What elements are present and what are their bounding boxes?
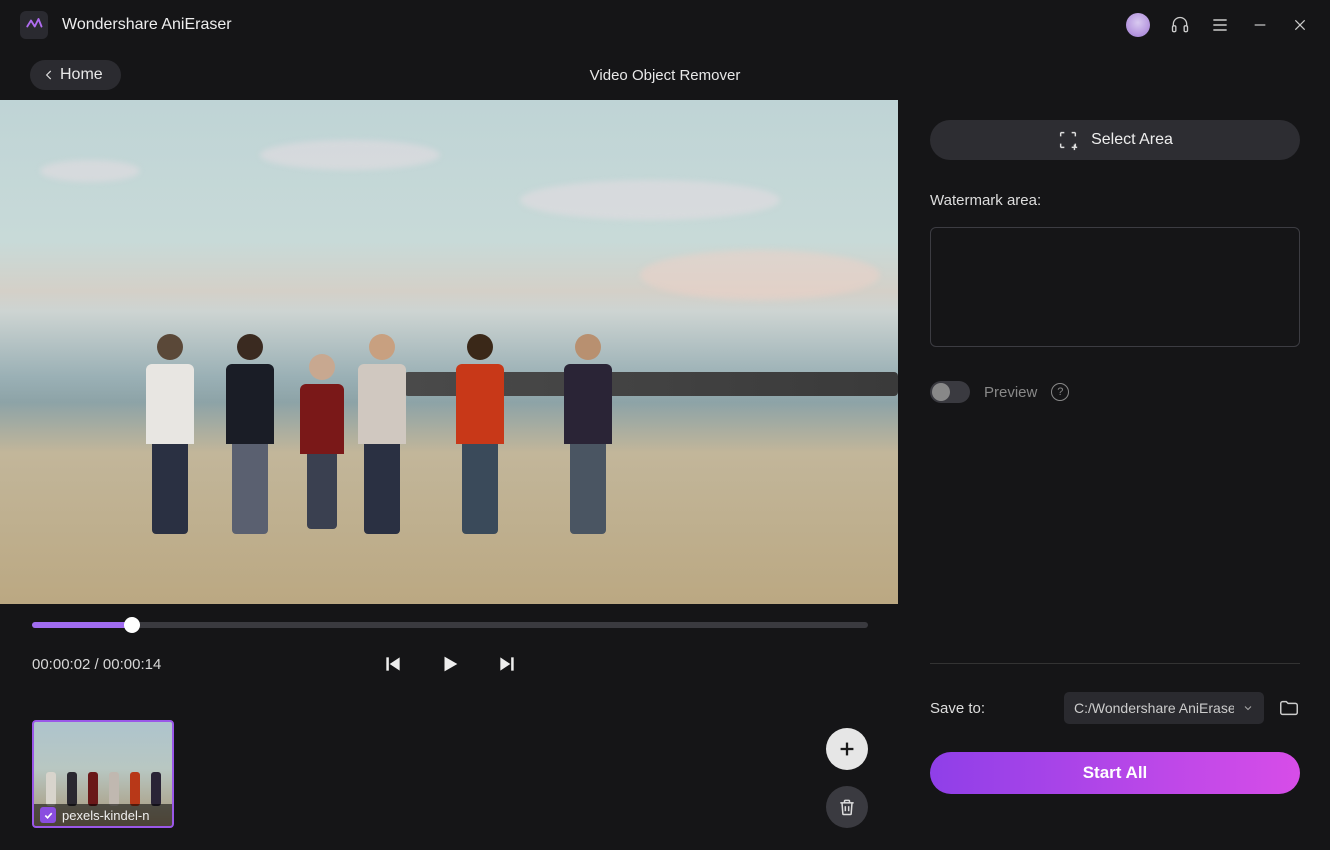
titlebar-left: Wondershare AniEraser [20, 11, 232, 39]
seek-bar[interactable] [32, 622, 868, 628]
thumb-filename: pexels-kindel-n [62, 808, 149, 823]
right-pane: Select Area Watermark area: Preview ? Sa… [900, 100, 1330, 850]
saveto-row: Save to: C:/Wondershare AniEraser/V [930, 692, 1300, 724]
delete-button[interactable] [826, 786, 868, 828]
time-display: 00:00:02 / 00:00:14 [32, 656, 161, 673]
start-label: Start All [1083, 763, 1148, 783]
watermark-area-box [930, 227, 1300, 347]
left-pane: 00:00:02 / 00:00:14 [0, 100, 900, 850]
play-button[interactable] [439, 653, 461, 675]
select-area-button[interactable]: Select Area [930, 120, 1300, 160]
prev-button[interactable] [383, 653, 403, 675]
main: 00:00:02 / 00:00:14 [0, 100, 1330, 850]
video-thumbnail[interactable]: pexels-kindel-n [32, 720, 174, 828]
close-icon[interactable] [1290, 15, 1310, 35]
subheader: Home Video Object Remover [0, 50, 1330, 100]
titlebar-right [1126, 13, 1310, 37]
back-home-button[interactable]: Home [30, 60, 121, 90]
hamburger-icon[interactable] [1210, 15, 1230, 35]
select-area-label: Select Area [1091, 131, 1173, 149]
open-folder-button[interactable] [1278, 697, 1300, 719]
preview-toggle[interactable] [930, 381, 970, 403]
thumb-checkbox[interactable] [40, 807, 56, 823]
headset-icon[interactable] [1170, 15, 1190, 35]
back-label: Home [60, 66, 103, 84]
playback-controls: 00:00:02 / 00:00:14 [0, 604, 900, 678]
app-title: Wondershare AniEraser [62, 16, 232, 34]
watermark-area-label: Watermark area: [930, 192, 1300, 209]
avatar[interactable] [1126, 13, 1150, 37]
seek-thumb[interactable] [124, 617, 140, 633]
minimize-icon[interactable] [1250, 15, 1270, 35]
page-title: Video Object Remover [590, 67, 741, 84]
saveto-label: Save to: [930, 700, 985, 717]
help-icon[interactable]: ? [1051, 383, 1069, 401]
app-logo [20, 11, 48, 39]
video-preview[interactable] [0, 100, 898, 604]
add-button[interactable] [826, 728, 868, 770]
chevron-down-icon [1242, 702, 1254, 714]
preview-row: Preview ? [930, 381, 1300, 403]
save-path-text: C:/Wondershare AniEraser/V [1074, 700, 1234, 716]
thumbs-row: pexels-kindel-n [0, 720, 900, 828]
save-path-select[interactable]: C:/Wondershare AniEraser/V [1064, 692, 1264, 724]
thumb-label: pexels-kindel-n [34, 804, 172, 826]
start-all-button[interactable]: Start All [930, 752, 1300, 794]
divider [930, 663, 1300, 664]
next-button[interactable] [497, 653, 517, 675]
preview-label: Preview [984, 384, 1037, 401]
titlebar: Wondershare AniEraser [0, 0, 1330, 50]
